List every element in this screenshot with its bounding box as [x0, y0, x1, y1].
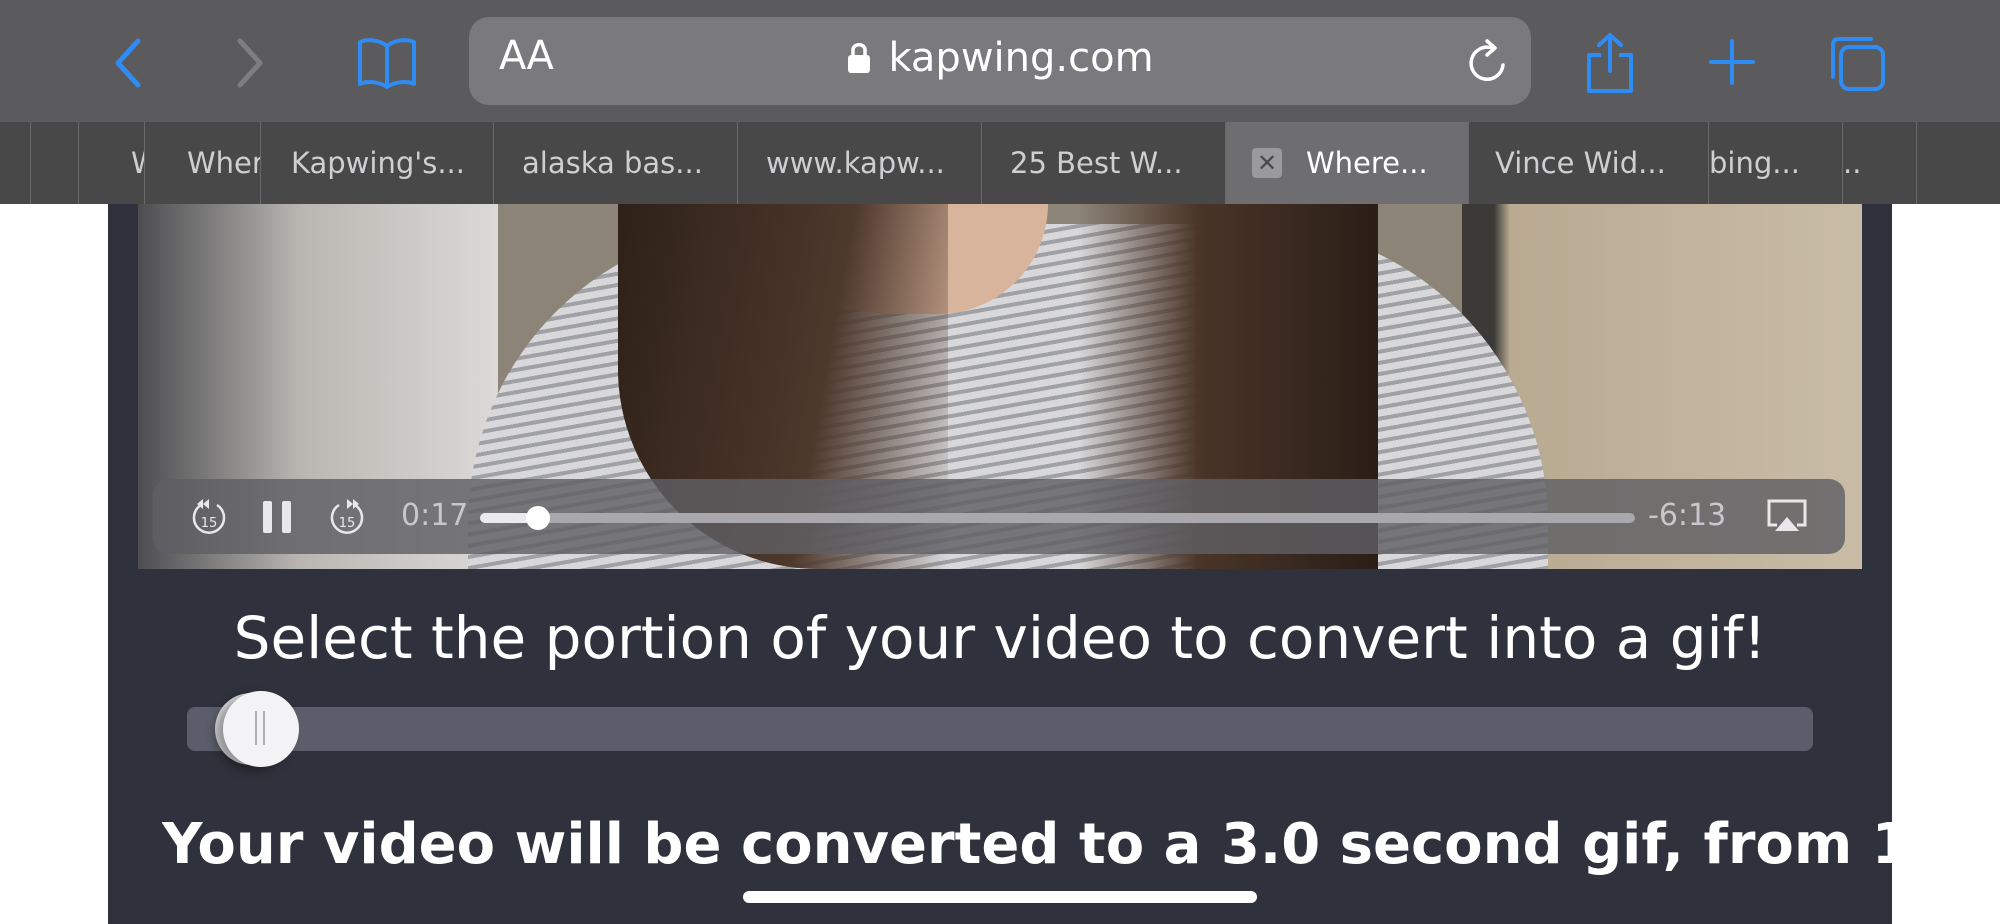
pause-button[interactable]: [261, 499, 293, 539]
share-icon: [1587, 33, 1633, 93]
tab-item-active[interactable]: ✕ Where...: [1225, 122, 1468, 204]
elapsed-time: 0:17: [401, 498, 469, 533]
chevron-left-icon: [115, 38, 141, 88]
tab-label: alaska bas...: [522, 146, 703, 180]
tab-item[interactable]: Wher: [144, 122, 260, 204]
skip-forward-button[interactable]: 15: [327, 495, 367, 543]
airplay-button[interactable]: [1765, 497, 1809, 539]
url-host: kapwing.com: [888, 35, 1154, 81]
range-start-handle[interactable]: [223, 691, 299, 767]
page-title: Select the portion of your video to conv…: [233, 604, 1767, 672]
skip-back-15-icon: 15: [192, 499, 226, 534]
tabs-icon: [1831, 37, 1885, 91]
close-tab-icon[interactable]: ✕: [1252, 148, 1282, 178]
home-indicator[interactable]: [743, 891, 1257, 903]
address-bar[interactable]: AA kapwing.com: [469, 17, 1531, 105]
svg-text:15: 15: [201, 516, 218, 531]
svg-text:15: 15: [339, 516, 356, 531]
tab-label: W: [131, 146, 144, 180]
remaining-time: -6:13: [1648, 498, 1727, 533]
skip-forward-15-icon: 15: [330, 499, 364, 534]
share-button[interactable]: [1580, 28, 1640, 98]
tab-item[interactable]: bing...: [1708, 122, 1842, 204]
tab-label: Vince Wid...: [1495, 146, 1666, 180]
book-icon: [358, 38, 416, 89]
video-controls: 15 15 0:17 -6:13: [153, 479, 1845, 554]
tab-stub[interactable]: [1916, 122, 2000, 204]
browser-toolbar: AA kapwing.com: [0, 0, 2000, 122]
lock-icon: [848, 43, 871, 73]
skip-back-button[interactable]: 15: [189, 495, 229, 543]
bookmarks-button[interactable]: [352, 32, 422, 94]
plus-icon: [1709, 39, 1755, 85]
pause-icon: [263, 501, 291, 533]
tab-label: bing...: [1709, 146, 1800, 180]
tab-label: Kapwing's...: [291, 146, 465, 180]
reload-button[interactable]: [1465, 37, 1511, 91]
tab-label: ..: [1843, 146, 1862, 180]
url-display[interactable]: kapwing.com: [469, 35, 1531, 81]
tab-strip: W Wher Kapwing's... alaska bas... www.ka…: [0, 122, 2000, 204]
tab-item[interactable]: Vince Wid...: [1468, 122, 1708, 204]
chevron-right-icon: [237, 38, 263, 88]
tab-item[interactable]: Kapwing's...: [260, 122, 493, 204]
back-button[interactable]: [100, 30, 156, 96]
scrubber-handle[interactable]: [525, 506, 550, 530]
tab-label: 25 Best W...: [1010, 146, 1183, 180]
airplay-icon: [1767, 499, 1807, 531]
tab-item[interactable]: 25 Best W...: [981, 122, 1225, 204]
tab-item[interactable]: alaska bas...: [493, 122, 737, 204]
tab-item[interactable]: www.kapw...: [737, 122, 981, 204]
playback-scrubber[interactable]: [480, 506, 1635, 530]
trim-range-slider[interactable]: [187, 691, 1813, 767]
tab-item[interactable]: W: [78, 122, 144, 204]
tab-item[interactable]: ..: [1842, 122, 1916, 204]
tab-label: www.kapw...: [766, 146, 945, 180]
reload-icon: [1469, 39, 1505, 81]
tab-label: Where...: [1306, 146, 1428, 180]
new-tab-button[interactable]: [1702, 32, 1762, 92]
conversion-summary: Your video will be converted to a 3.0 se…: [162, 812, 1892, 877]
tab-label: Wher: [187, 146, 260, 180]
tabs-overview-button[interactable]: [1826, 32, 1888, 94]
forward-button[interactable]: [222, 30, 278, 96]
tab-stub[interactable]: [30, 122, 78, 204]
